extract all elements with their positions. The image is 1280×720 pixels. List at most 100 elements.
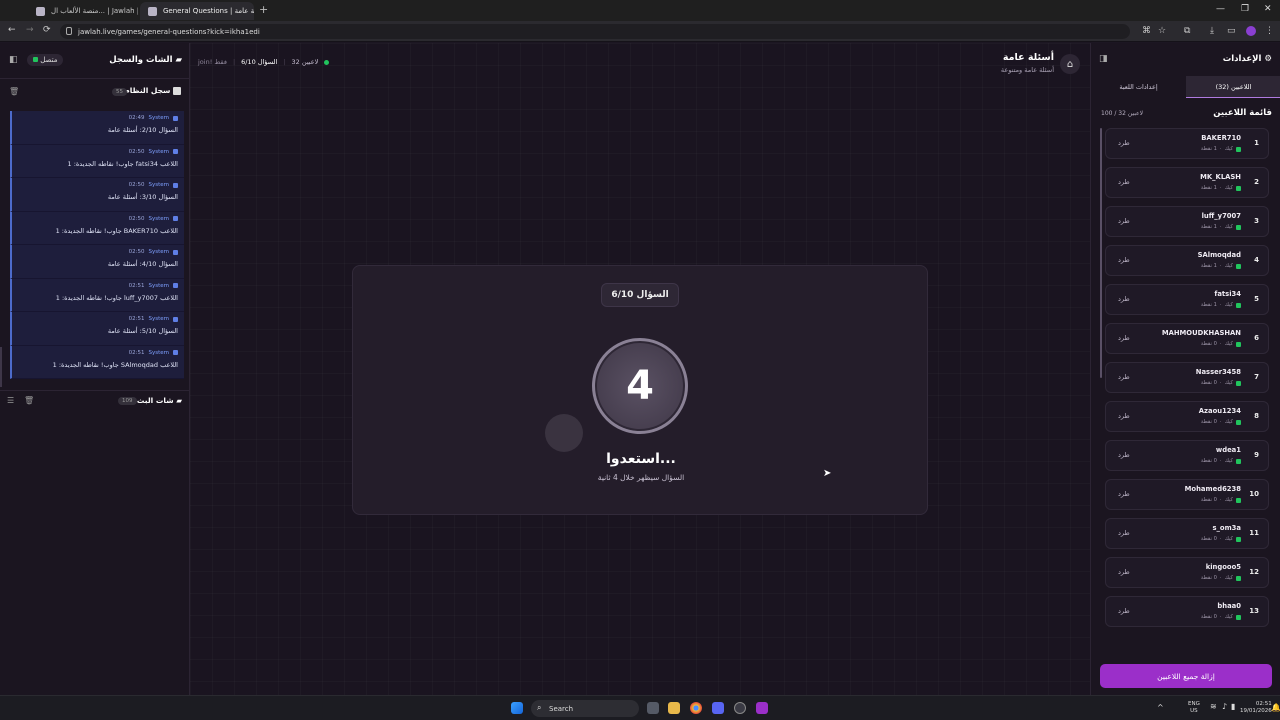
player-platform: كيك [1224, 302, 1233, 308]
profile-avatar[interactable] [1246, 26, 1256, 36]
player-points: 0 نقطة [1200, 419, 1217, 425]
player-row: 5 fatsi34 كيك · 1 نقطة طرد [1105, 284, 1269, 315]
game-main-area: ⌂ أسئلة عامة أسئلة عامة ومتنوعة join! فق… [190, 43, 1090, 695]
verified-icon [1236, 380, 1241, 386]
task-view-icon[interactable] [647, 702, 659, 714]
address-bar[interactable]: jawlah.live/games/general-questions?kick… [60, 24, 1130, 39]
system-icon [173, 350, 178, 355]
clear-log-trash-icon[interactable]: 🗑 [9, 87, 19, 96]
player-row: 3 luff_y7007 كيك · 1 نقطة طرد [1105, 206, 1269, 237]
browser-tab-1[interactable]: منصة الألعاب ال... | Jawlah | جولة ✕ [28, 2, 138, 20]
gear-icon: ⚙ [1264, 54, 1272, 64]
volume-icon[interactable]: ♪ [1222, 702, 1227, 711]
kick-button[interactable]: طرد [1118, 607, 1130, 615]
player-name: SAlmoqdad [1197, 251, 1241, 259]
online-dot-icon [324, 59, 330, 65]
player-rank: 1 [1254, 139, 1259, 147]
log-time: 02:49 [128, 115, 145, 121]
list-view-icon[interactable]: ☰ [7, 396, 14, 405]
taskbar-search[interactable]: ⌕ Search [531, 700, 639, 717]
system-log-item: 02:50 System اللاعب BAKER710 جاوب! نقاطه ا… [10, 211, 184, 245]
tab-label: General Questions | أسئلة عامة [163, 7, 254, 15]
log-scrollbar[interactable] [0, 347, 2, 387]
chrome-icon[interactable] [690, 702, 702, 714]
kick-button[interactable]: طرد [1118, 490, 1130, 498]
tab-players[interactable]: اللاعبين (32) [1186, 76, 1280, 98]
close-window-icon[interactable]: ✕ [1264, 4, 1272, 14]
app-purple-icon[interactable] [756, 702, 768, 714]
kick-button[interactable]: طرد [1118, 529, 1130, 537]
app-icon[interactable] [734, 702, 746, 714]
kick-button[interactable]: طرد [1118, 568, 1130, 576]
log-message: السؤال 5/10: أسئلة عامة [107, 327, 178, 335]
player-points: 1 نقطة [1200, 185, 1217, 191]
kick-button[interactable]: طرد [1118, 256, 1130, 264]
clear-chat-trash-icon[interactable]: 🗑 [24, 396, 34, 405]
player-name: Nasser3458 [1195, 368, 1241, 376]
system-log-title: سجل النظام [124, 86, 181, 95]
player-points: 1 نقطة [1200, 224, 1217, 230]
kick-button[interactable]: طرد [1118, 451, 1130, 459]
kick-button[interactable]: طرد [1118, 334, 1130, 342]
battery-icon[interactable]: ▮ [1231, 702, 1235, 711]
player-row: 12 kingooo5 كيك · 0 نقطة طرد [1105, 557, 1269, 588]
restore-icon[interactable]: ❐ [1241, 4, 1249, 14]
player-score: كيك · 0 نقطة [1201, 536, 1241, 542]
sidebar-icon[interactable]: ▭ [1227, 26, 1236, 36]
player-score: كيك · 1 نقطة [1201, 185, 1241, 191]
log-meta: 02:50 System [129, 249, 178, 255]
log-sender: System [148, 215, 169, 222]
collapse-panel-icon[interactable]: ◧ [9, 55, 18, 65]
tray-overflow-icon[interactable]: ^ [1157, 703, 1164, 712]
log-message: السؤال 4/10: أسئلة عامة [107, 260, 178, 268]
discord-icon[interactable] [712, 702, 724, 714]
join-hint: join! فقط [198, 58, 227, 66]
log-message: اللاعب BAKER710 جاوب! نقاطه الجديدة: 1 [55, 226, 178, 235]
translate-icon[interactable]: ⌘ [1142, 26, 1151, 36]
player-name: s_om3a [1212, 524, 1241, 532]
new-tab-icon[interactable]: + [259, 3, 268, 16]
extensions-icon[interactable]: ⧉ [1184, 26, 1190, 36]
browser-tab-2[interactable]: General Questions | أسئلة عامة ✕ [140, 2, 254, 20]
browser-menu-icon[interactable]: ⋮ [1265, 26, 1274, 36]
log-icon [173, 87, 181, 95]
kick-button[interactable]: طرد [1118, 139, 1130, 147]
language-indicator[interactable]: ENG US [1188, 701, 1200, 715]
player-score: كيك · 0 نقطة [1201, 575, 1241, 581]
player-name: wdea1 [1215, 446, 1241, 454]
kick-button[interactable]: طرد [1118, 178, 1130, 186]
verified-icon [1236, 536, 1241, 542]
collapse-settings-icon[interactable]: ◨ [1099, 54, 1108, 64]
connection-status-badge: متصل [27, 54, 64, 66]
downloads-icon[interactable]: ⤓ [1210, 26, 1214, 36]
home-icon[interactable]: ⌂ [1060, 54, 1080, 74]
player-platform: كيك [1224, 536, 1233, 542]
wifi-icon[interactable]: ≋ [1210, 702, 1217, 711]
forward-icon[interactable]: → [26, 25, 34, 35]
file-explorer-icon[interactable] [668, 702, 680, 714]
start-windows-icon[interactable] [511, 702, 523, 714]
countdown-number: 4 [626, 363, 654, 409]
bookmark-star-icon[interactable]: ☆ [1158, 26, 1166, 36]
player-rank: 4 [1254, 256, 1259, 264]
kick-button[interactable]: طرد [1118, 373, 1130, 381]
question-timer-text: السؤال سيظهر خلال 4 ثانية [597, 473, 685, 482]
notification-icon[interactable]: 🔔 [1271, 703, 1280, 712]
kick-button[interactable]: طرد [1118, 217, 1130, 225]
kick-button[interactable]: طرد [1118, 295, 1130, 303]
back-icon[interactable]: ← [8, 25, 16, 35]
remove-all-players-button[interactable]: إزالة جميع اللاعبين [1100, 664, 1272, 688]
site-info-icon[interactable] [66, 27, 72, 35]
clock[interactable]: 02:51 19/01/2026 [1240, 701, 1272, 715]
player-name: Mohamed6238 [1184, 485, 1241, 493]
settings-title: الإعدادات ⚙ [1222, 54, 1272, 64]
reload-icon[interactable]: ⟳ [43, 25, 51, 35]
players-online: 32 لاعبين [291, 58, 319, 66]
system-log-item: 02:50 System اللاعب fatsi34 جاوب! نقاطه ال… [10, 144, 184, 178]
player-points: 0 نقطة [1200, 458, 1217, 464]
player-row: 13 bhaa0 كيك · 0 نقطة طرد [1105, 596, 1269, 627]
tab-game-settings[interactable]: إعدادات اللعبة [1091, 76, 1186, 98]
players-scrollbar[interactable] [1100, 128, 1102, 378]
minimize-icon[interactable]: — [1216, 4, 1225, 14]
kick-button[interactable]: طرد [1118, 412, 1130, 420]
